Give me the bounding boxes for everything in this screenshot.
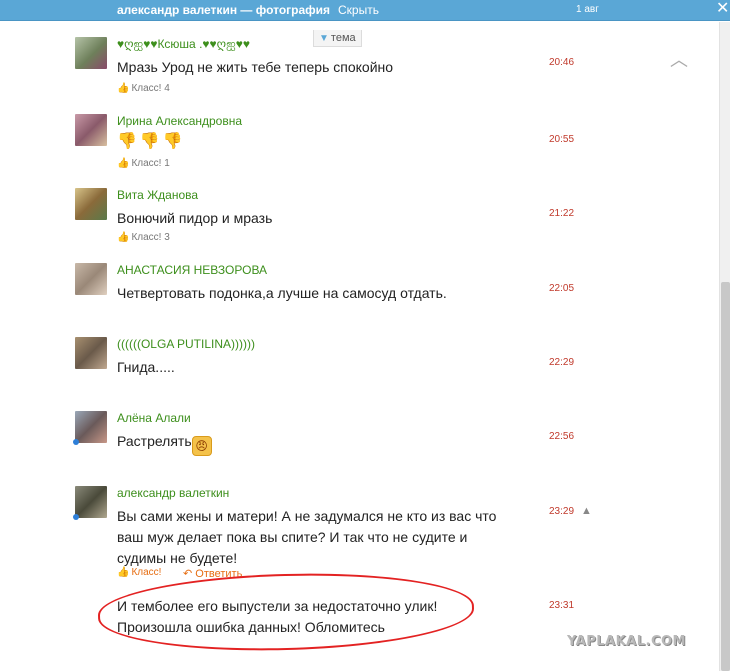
comment-text: Мразь Урод не жить тебе теперь спокойно — [117, 59, 394, 75]
close-icon[interactable]: ✕ — [716, 0, 729, 18]
tema-tab[interactable]: ▼ тема — [313, 30, 362, 47]
avatar[interactable] — [75, 114, 107, 146]
comment-author[interactable]: ((((((OLGA PUTILINA)))))) — [117, 337, 255, 351]
comment-text: Четвертовать подонка,а лучше на самосуд … — [117, 285, 447, 301]
warning-triangle-icon[interactable]: ▲ — [581, 505, 592, 517]
highlighted-comment-text: И темболее его выпустели за недостаточно… — [117, 596, 437, 638]
thumbs-down-emoji-icon: 👎 — [117, 133, 137, 150]
comment-time: 22:29 — [549, 357, 575, 368]
reply-arrow-icon: ↶ — [183, 568, 193, 580]
comment-time: 23:29 — [549, 506, 575, 517]
scrollbar-thumb[interactable] — [721, 282, 730, 671]
online-indicator — [73, 514, 79, 520]
like-count: Класс! 1 — [131, 158, 170, 169]
comment-text-line: ваш муж делает пока вы спите? И так что … — [117, 529, 468, 545]
comment-text-row: Растрелять 😠 — [117, 431, 212, 456]
like-count: Класс! 3 — [131, 232, 170, 243]
avatar[interactable] — [75, 486, 107, 518]
comment-text: Растрелять — [117, 433, 192, 449]
thumbs-down-emoji-icon: 👎 — [139, 133, 160, 150]
photo-title[interactable]: александр валеткин — фотография — [117, 3, 330, 17]
like-button[interactable]: 👍 Класс! 1 — [117, 158, 170, 169]
comment-author[interactable]: Ирина Александровна — [117, 114, 242, 128]
avatar[interactable] — [75, 37, 107, 69]
comment-text-line: И темболее его выпустели за недостаточно… — [117, 598, 438, 614]
thumbs-up-icon: 👍 — [117, 83, 130, 94]
comment-author[interactable]: Вита Жданова — [117, 188, 198, 202]
scrollbar[interactable] — [719, 22, 730, 671]
comment-time: 20:55 — [549, 134, 575, 145]
online-indicator — [73, 439, 79, 445]
comment-time: 20:46 — [549, 57, 575, 68]
comment-text: Вонючий пидор и мразь — [117, 210, 273, 226]
thumbs-down-emoji-icon: 👎 — [162, 133, 183, 150]
triangle-down-icon: ▼ — [319, 33, 329, 44]
thumbs-up-icon: 👍 — [117, 232, 130, 243]
like-button[interactable]: 👍 Класс! — [117, 567, 161, 578]
avatar[interactable] — [75, 337, 107, 369]
comment-time: 22:05 — [549, 283, 575, 294]
top-bar: александр валеткин — фотография Скрыть 1… — [0, 0, 730, 21]
comment-time: 22:56 — [549, 431, 575, 442]
comment-author[interactable]: ♥ღஐ♥♥Ксюша .♥♥ღஐ♥♥ — [117, 37, 250, 53]
avatar[interactable] — [75, 188, 107, 220]
comment-text-line: Произошла ошибка данных! Обломитесь — [117, 619, 385, 635]
avatar[interactable] — [75, 411, 107, 443]
collapse-chevron-icon[interactable]: ︿ — [670, 46, 688, 72]
like-count: Класс! 4 — [131, 83, 170, 94]
comment-author[interactable]: Алёна Алали — [117, 411, 191, 425]
thumbs-up-icon: 👍 — [117, 567, 130, 578]
date-label: 1 авг — [576, 4, 599, 15]
like-button[interactable]: 👍 Класс! 3 — [117, 232, 170, 243]
tema-label: тема — [330, 32, 356, 44]
comment-text: Гнида..... — [117, 359, 175, 375]
comment-author[interactable]: АНАСТАСИЯ НЕВЗОРОВА — [117, 263, 267, 277]
angry-face-emoji-icon: 😠 — [191, 436, 212, 456]
thumbs-up-icon: 👍 — [117, 158, 130, 169]
comment-text: Вы сами жены и матери! А не задумался не… — [117, 506, 496, 569]
watermark-logo: YAPLAKAL.COM — [567, 634, 686, 649]
comment-time: 21:22 — [549, 208, 575, 219]
like-label: Класс! — [131, 567, 162, 578]
comment-time: 23:31 — [549, 600, 575, 611]
comment-author[interactable]: александр валеткин — [117, 486, 229, 500]
hide-button[interactable]: Скрыть — [338, 3, 379, 17]
comment-text-line: судимы не будете! — [117, 550, 238, 566]
comment-text-line: Вы сами жены и матери! А не задумался не… — [117, 508, 497, 524]
avatar[interactable] — [75, 263, 107, 295]
like-button[interactable]: 👍 Класс! 4 — [117, 83, 170, 94]
comment-emoji-row: 👎 👎 👎 — [117, 131, 186, 152]
